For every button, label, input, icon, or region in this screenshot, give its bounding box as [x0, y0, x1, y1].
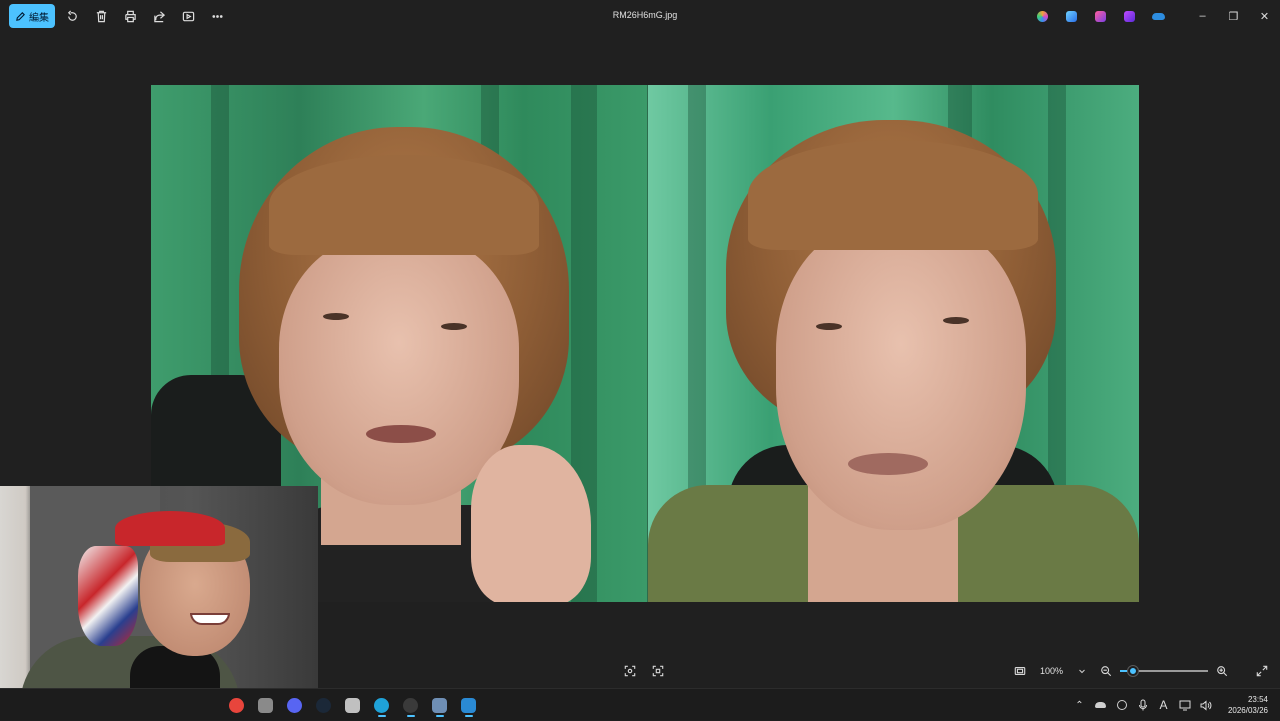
face [776, 220, 1026, 530]
smile [190, 613, 230, 625]
volume-icon[interactable] [1195, 693, 1216, 717]
clock[interactable]: 23:54 2026/03/26 [1216, 694, 1272, 716]
shield-app-icon[interactable] [251, 693, 280, 717]
rotate-icon[interactable] [58, 4, 87, 28]
close-button[interactable]: ✕ [1249, 4, 1280, 28]
clock-time: 23:54 [1247, 695, 1268, 704]
photos-editor-icon[interactable] [1115, 4, 1144, 28]
bangs [748, 140, 1038, 250]
minimize-button[interactable]: – [1187, 4, 1218, 28]
zoom-toolbar: 100% [1006, 660, 1276, 682]
toolbar: 編集 [9, 4, 232, 28]
photos-icon-glyph [461, 697, 476, 713]
ime-icon[interactable]: A [1153, 693, 1174, 717]
network-app-icon[interactable] [338, 693, 367, 717]
title-bar: 編集 RM26H6mG.jpg – ❐ ✕ [0, 0, 1280, 32]
left-eye [323, 313, 349, 320]
system-tray: ⌃ A 23:54 2026/03/26 [1069, 689, 1272, 721]
steam-tray-icon[interactable] [1111, 693, 1132, 717]
chrome-icon[interactable] [222, 693, 251, 717]
edit-button[interactable]: 編集 [9, 4, 55, 28]
bandana-scarf [78, 546, 138, 646]
taskbar: ⌃ A 23:54 2026/03/26 [0, 688, 1280, 720]
right-eye [441, 323, 467, 330]
chevron-up-icon[interactable]: ⌃ [1069, 693, 1090, 717]
mouth [848, 453, 928, 475]
left-eye [816, 323, 842, 330]
red-bandana [115, 511, 225, 546]
bottom-left-tools [616, 660, 672, 682]
zoom-slider-thumb[interactable] [1128, 666, 1139, 676]
display-icon[interactable] [1174, 693, 1195, 717]
zoom-slider[interactable] [1120, 660, 1208, 682]
zoom-level-dropdown[interactable]: 100% [1034, 660, 1092, 682]
onedrive-icon[interactable] [1144, 4, 1173, 28]
onedrive-tray-icon[interactable] [1090, 693, 1111, 717]
restore-button[interactable]: ❐ [1218, 4, 1249, 28]
bangs [269, 155, 539, 255]
face-grid-icon[interactable] [644, 660, 672, 682]
zoom-in-icon[interactable] [1208, 660, 1236, 682]
chevron-down-icon [1079, 669, 1085, 674]
steam-icon[interactable] [309, 693, 338, 717]
webcam-overlay [0, 486, 318, 720]
share-icon[interactable] [145, 4, 174, 28]
delete-icon[interactable] [87, 4, 116, 28]
discord-icon[interactable] [280, 693, 309, 717]
photos-icon[interactable] [454, 693, 483, 717]
discord-icon-glyph [287, 697, 302, 713]
edge-icon[interactable] [367, 693, 396, 717]
edit-pencil-icon [16, 11, 25, 21]
more-icon[interactable] [203, 4, 232, 28]
designer-icon[interactable] [1057, 4, 1086, 28]
print-icon[interactable] [116, 4, 145, 28]
window-right-tools: – ❐ ✕ [1028, 4, 1280, 28]
microphone-icon[interactable] [1132, 693, 1153, 717]
fit-window-icon[interactable] [1006, 660, 1034, 682]
camera-icon-glyph [432, 697, 447, 713]
face-select-icon[interactable] [616, 660, 644, 682]
steam-icon-glyph [316, 697, 331, 713]
zoom-out-icon[interactable] [1092, 660, 1120, 682]
network-app-icon-glyph [345, 697, 360, 713]
obs-icon-glyph [403, 697, 418, 713]
mouth [366, 425, 436, 443]
obs-icon[interactable] [396, 693, 425, 717]
camera-icon[interactable] [425, 693, 454, 717]
taskbar-apps [222, 693, 483, 717]
clipchamp-icon[interactable] [1086, 4, 1115, 28]
zoom-level: 100% [1040, 666, 1064, 676]
edge-icon-glyph [374, 697, 389, 713]
hand [471, 445, 591, 602]
clock-date: 2026/03/26 [1227, 706, 1268, 715]
copilot-icon[interactable] [1028, 4, 1057, 28]
fullscreen-icon[interactable] [1248, 660, 1276, 682]
edit-button-label: 編集 [29, 12, 49, 24]
photo-right-panel [648, 85, 1139, 602]
chrome-icon-glyph [229, 697, 244, 713]
slideshow-icon[interactable] [174, 4, 203, 28]
right-eye [943, 317, 969, 324]
shield-app-icon-glyph [258, 697, 273, 713]
